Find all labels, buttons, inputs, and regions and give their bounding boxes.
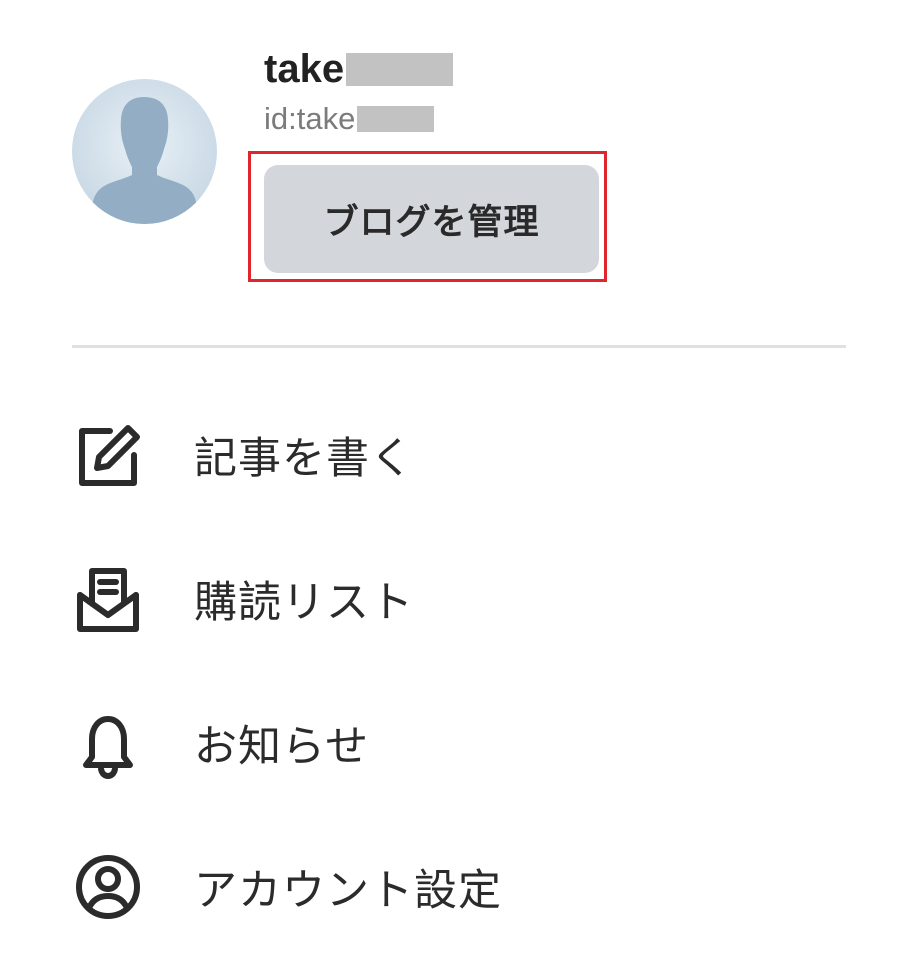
menu-item-account-settings[interactable]: アカウント設定 xyxy=(72,832,846,942)
menu-item-write-article[interactable]: 記事を書く xyxy=(72,400,846,510)
username-row: take xyxy=(264,46,454,92)
menu-item-label: お知らせ xyxy=(194,722,370,772)
menu-item-subscriptions[interactable]: 購読リスト xyxy=(72,544,846,654)
avatar-silhouette-icon xyxy=(72,79,217,224)
divider xyxy=(72,345,846,348)
redacted-user-id-block xyxy=(357,106,435,132)
menu-item-label: 購読リスト xyxy=(194,578,414,628)
menu-item-label: アカウント設定 xyxy=(194,866,502,916)
username: take xyxy=(264,47,345,91)
redacted-username-block xyxy=(346,52,454,86)
bell-icon xyxy=(72,707,144,779)
menu-item-notifications[interactable]: お知らせ xyxy=(72,688,846,798)
edit-icon xyxy=(72,419,144,491)
avatar[interactable] xyxy=(72,79,217,224)
user-id: id:take xyxy=(264,101,356,136)
manage-blog-button[interactable]: ブログを管理 xyxy=(264,165,599,273)
mail-open-icon xyxy=(72,563,144,635)
menu-item-label: 記事を書く xyxy=(194,434,414,484)
user-id-row: id:take xyxy=(264,101,435,137)
user-circle-icon xyxy=(72,851,144,923)
